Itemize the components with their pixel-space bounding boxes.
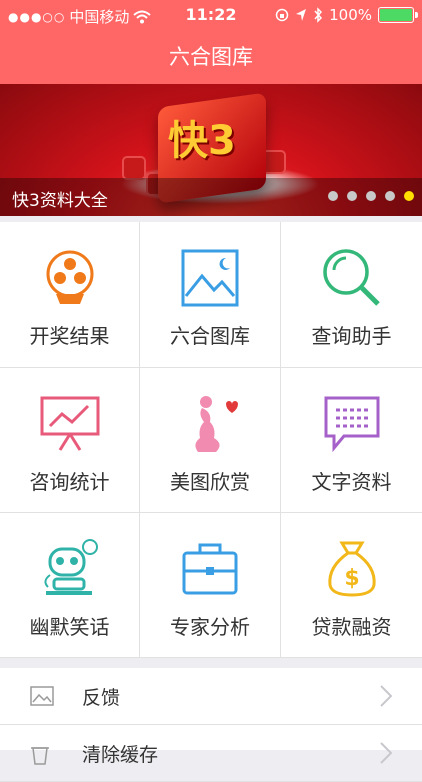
battery-percent: 100% (329, 6, 372, 24)
status-bar: ●●●○○ 中国移动 11:22 100% (0, 0, 422, 30)
banner-caption: 快3资料大全 (12, 191, 108, 211)
nav-bar: 六合图库 (0, 30, 422, 84)
pager-dot[interactable] (347, 191, 357, 201)
grid-item-humor-jokes[interactable]: 幽默笑话 (0, 513, 140, 658)
image-icon (30, 686, 54, 706)
robot-icon (43, 539, 98, 595)
location-icon (296, 9, 307, 21)
trash-icon (31, 747, 49, 765)
grid-item-label: 文字资料 (311, 470, 392, 494)
list-item-feedback[interactable]: 反馈 (0, 668, 422, 725)
chevron-right-icon (380, 742, 392, 764)
settings-list: 反馈 清除缓存 (0, 668, 422, 782)
bluetooth-icon (314, 7, 323, 23)
grid-item-loan-financing[interactable]: $ 贷款融资 (281, 513, 422, 658)
svg-text:$: $ (344, 566, 359, 591)
grid-item-consult-statistics[interactable]: 咨询统计 (0, 368, 140, 513)
lottery-ball-icon (46, 250, 93, 304)
banner-cube-text: 快3 (168, 118, 236, 164)
banner-carousel[interactable]: 快3 快3资料大全 (0, 84, 422, 216)
grid-item-label: 专家分析 (170, 615, 250, 639)
banner-caption-bar: 快3资料大全 (0, 178, 422, 216)
grid-item-label: 幽默笑话 (29, 615, 110, 639)
grid-item-picture-library[interactable]: 六合图库 (140, 222, 281, 368)
pager-dot-active[interactable] (404, 191, 414, 201)
pager-dot[interactable] (328, 191, 338, 201)
grid-item-label: 开奖结果 (29, 324, 110, 348)
list-item-label: 反馈 (82, 687, 121, 709)
grid-item-beauty-gallery[interactable]: 美图欣赏 (140, 368, 281, 513)
list-item-label: 清除缓存 (82, 744, 159, 766)
feature-grid: 开奖结果 六合图库 查询助手 咨询统计 美图欣赏 文字资料 幽默笑话 专家分析 … (0, 222, 422, 658)
list-item-clear-cache[interactable]: 清除缓存 (0, 725, 422, 782)
statistics-board-icon (40, 396, 99, 451)
text-chat-icon (324, 396, 379, 453)
pager-dot[interactable] (366, 191, 376, 201)
grid-item-label: 美图欣赏 (170, 470, 250, 494)
grid-item-label: 查询助手 (311, 324, 392, 348)
page-title: 六合图库 (169, 45, 253, 69)
carousel-pager[interactable] (328, 191, 414, 201)
search-icon (322, 249, 380, 306)
grid-item-label: 六合图库 (170, 324, 250, 348)
money-bag-icon: $ (327, 541, 376, 597)
grid-item-search-assistant[interactable]: 查询助手 (281, 222, 422, 368)
rotation-lock-icon (275, 8, 289, 22)
grid-item-text-materials[interactable]: 文字资料 (281, 368, 422, 513)
woman-silhouette-icon (195, 396, 238, 452)
pager-dot[interactable] (385, 191, 395, 201)
battery-icon (378, 7, 418, 23)
dice-icon (122, 156, 146, 180)
chevron-right-icon (380, 685, 392, 707)
briefcase-icon (182, 543, 238, 595)
grid-item-label: 咨询统计 (29, 470, 110, 494)
status-right: 100% (275, 6, 418, 24)
picture-icon (181, 249, 239, 307)
grid-item-lottery-results[interactable]: 开奖结果 (0, 222, 140, 368)
grid-item-expert-analysis[interactable]: 专家分析 (140, 513, 281, 658)
grid-item-label: 贷款融资 (311, 615, 392, 639)
